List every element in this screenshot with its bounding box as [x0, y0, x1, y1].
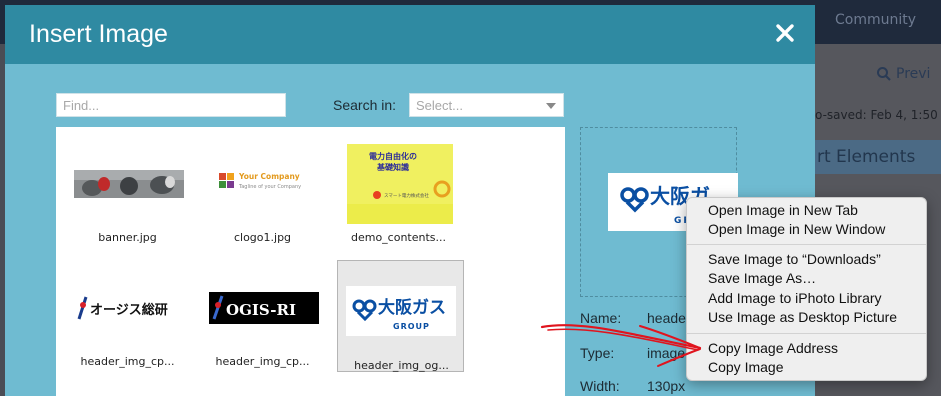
type-value: image — [647, 345, 686, 361]
image-file-name: clogo1.jpg — [233, 231, 292, 244]
name-value: heade — [647, 310, 686, 326]
osaka-gas-logo-text: 大阪ガス — [378, 297, 446, 318]
magnifier-icon — [877, 67, 891, 81]
your-company-text: Your Company — [238, 172, 300, 181]
image-grid: banner.jpg Your Company Tagline of your … — [56, 127, 565, 396]
close-icon[interactable] — [774, 22, 796, 44]
background-community-link[interactable]: Community — [835, 12, 916, 28]
image-tile-selected[interactable]: 大阪ガス GROUP header_img_og... — [337, 260, 464, 372]
image-thumbnail: 電力自由化の 基礎知識 スマート電力株式会社 — [345, 144, 455, 224]
image-tile[interactable]: OGIS-RI header_img_cp... — [199, 257, 326, 369]
save-image-as-item[interactable]: Save Image As… — [708, 270, 816, 286]
image-tile[interactable]: Your Company Tagline of your Company clo… — [199, 133, 326, 245]
dialog-header: Insert Image — [5, 5, 815, 64]
image-thumbnail — [74, 144, 184, 224]
open-image-new-tab-item[interactable]: Open Image in New Tab — [708, 202, 858, 218]
cyclists-thumbnail-image — [74, 170, 184, 198]
background-preview-label: Previ — [896, 66, 931, 82]
oasis-logo-text: オージス総研 — [90, 302, 168, 318]
save-image-downloads-item[interactable]: Save Image to “Downloads” — [708, 251, 881, 267]
find-input[interactable] — [56, 93, 286, 117]
open-image-new-window-item[interactable]: Open Image in New Window — [708, 221, 885, 237]
type-label: Type: — [580, 345, 615, 361]
name-label: Name: — [580, 310, 622, 326]
dialog-title: Insert Image — [29, 20, 168, 48]
demo-title-line-1: 電力自由化の — [369, 151, 417, 161]
menu-separator — [687, 333, 926, 334]
add-image-iphoto-item[interactable]: Add Image to iPhoto Library — [708, 290, 882, 306]
background-elements-heading: rt Elements — [817, 147, 916, 167]
image-file-name: header_img_og... — [354, 359, 449, 372]
image-file-name: banner.jpg — [98, 231, 157, 244]
menu-separator — [687, 244, 926, 245]
copy-image-address-item[interactable]: Copy Image Address — [708, 340, 838, 356]
search-in-label: Search in: — [333, 97, 397, 113]
image-tile[interactable]: banner.jpg — [64, 133, 191, 245]
search-in-select-value: Select... — [416, 98, 463, 113]
image-thumbnail: OGIS-RI — [209, 268, 319, 348]
demo-title-line-2: 基礎知識 — [376, 162, 409, 172]
image-file-name: header_img_cp... — [80, 355, 175, 368]
image-tile[interactable]: オージス総研 header_img_cp... — [64, 257, 191, 369]
width-label: Width: — [580, 378, 620, 394]
image-thumbnail: Your Company Tagline of your Company — [209, 144, 319, 224]
copy-image-item[interactable]: Copy Image — [708, 359, 783, 375]
demo-company-text: スマート電力株式会社 — [384, 192, 429, 199]
company-logo-thumbnail: Your Company Tagline of your Company — [219, 172, 301, 190]
width-value: 130px — [647, 378, 686, 394]
image-file-name: demo_contents... — [350, 231, 447, 244]
ogis-logo-text: OGIS-RI — [226, 301, 296, 319]
background-preview-button[interactable]: Previ — [876, 66, 930, 82]
oasis-logo-thumbnail: オージス総研 — [77, 296, 168, 320]
background-autosaved-text: o-saved: Feb 4, 1:50 — [815, 108, 938, 122]
group-text: GROUP — [393, 322, 430, 331]
tagline-text: Tagline of your Company — [238, 184, 301, 190]
image-thumbnail: 大阪ガス GROUP — [346, 271, 456, 351]
chevron-down-icon — [546, 103, 556, 109]
ogis-logo-thumbnail: OGIS-RI — [209, 292, 319, 324]
search-in-select[interactable]: Select... — [409, 93, 564, 117]
image-file-name: header_img_cp... — [215, 355, 310, 368]
context-menu: Open Image in New Tab Open Image in New … — [686, 197, 927, 381]
image-tile[interactable]: 電力自由化の 基礎知識 スマート電力株式会社 demo_contents... — [335, 133, 462, 245]
demo-contents-thumbnail: 電力自由化の 基礎知識 スマート電力株式会社 — [347, 144, 453, 224]
osaka-gas-logo-thumbnail: 大阪ガス GROUP — [346, 286, 456, 336]
image-thumbnail: オージス総研 — [74, 268, 184, 348]
use-image-desktop-item[interactable]: Use Image as Desktop Picture — [708, 309, 897, 325]
